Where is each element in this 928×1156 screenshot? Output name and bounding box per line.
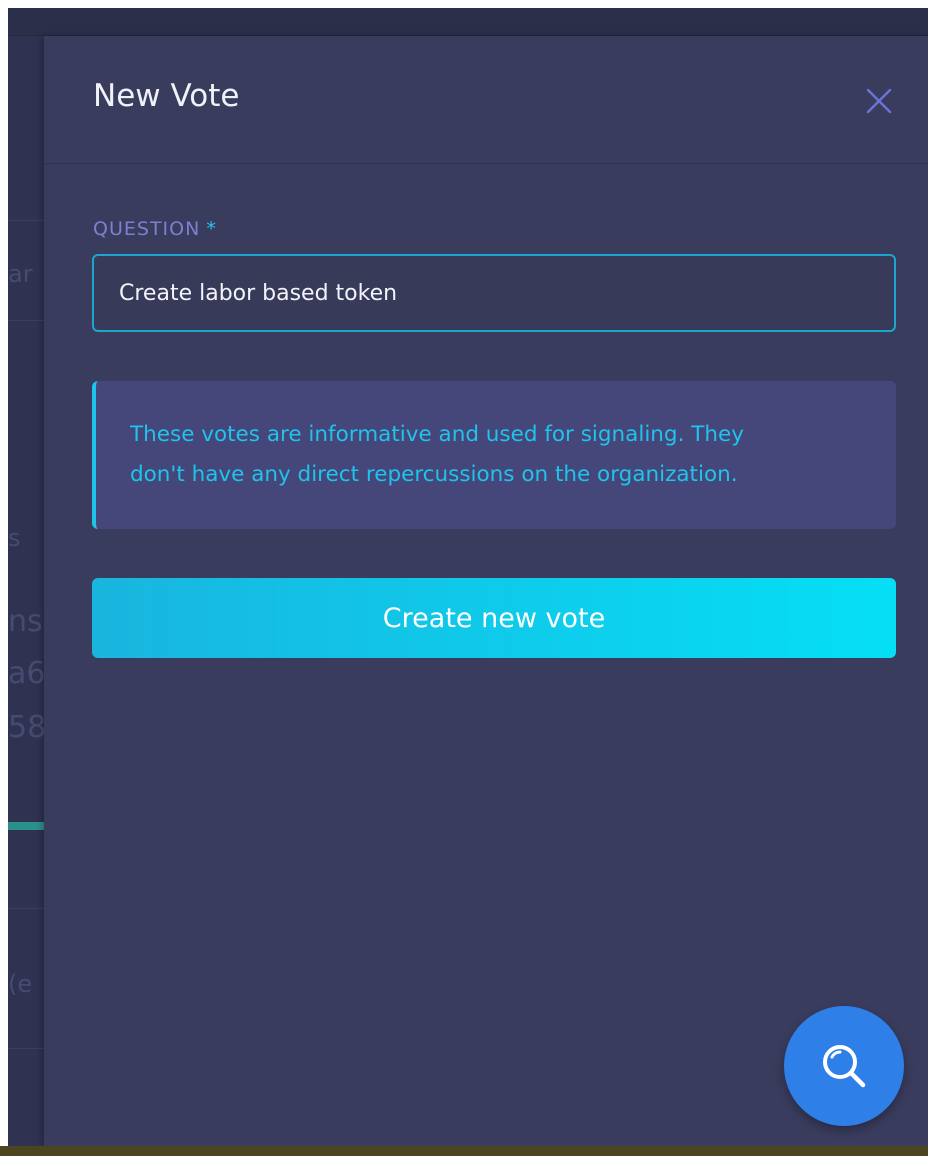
info-callout: These votes are informative and used for…	[92, 381, 896, 529]
search-icon	[823, 1045, 866, 1088]
background-text-fragment: s	[8, 524, 21, 552]
screen: ar s ns a6 58 (e New Vote QUESTION* Thes…	[0, 0, 928, 1156]
search-fab-button[interactable]	[784, 1006, 904, 1126]
background-divider	[8, 908, 44, 909]
background-text-fragment: (e	[8, 970, 33, 998]
background-text-fragment: ar	[8, 260, 33, 288]
question-label-text: QUESTION	[93, 218, 201, 240]
question-label: QUESTION *	[93, 218, 217, 240]
background-text-fragment: 58	[8, 710, 47, 745]
panel-header: New Vote	[44, 36, 928, 164]
close-button[interactable]	[864, 86, 894, 116]
required-marker: *	[206, 218, 217, 240]
new-vote-panel: New Vote QUESTION* These votes are infor…	[44, 36, 928, 1146]
create-new-vote-button[interactable]: Create new vote	[92, 578, 896, 658]
background-text-fragment: a6	[8, 656, 46, 691]
background-divider	[8, 220, 44, 221]
panel-title: New Vote	[93, 78, 240, 114]
close-icon	[866, 88, 892, 114]
background-divider	[8, 1048, 44, 1049]
info-text-line-2: don't have any direct repercussions on t…	[130, 462, 738, 487]
background-divider	[8, 320, 44, 321]
background-topbar	[8, 8, 928, 36]
info-text-line-1: These votes are informative and used for…	[130, 422, 744, 447]
background-text-fragment: ns	[8, 604, 43, 639]
bottom-strip	[0, 1146, 928, 1156]
question-input[interactable]	[92, 254, 896, 332]
background-progress-accent	[8, 822, 44, 830]
